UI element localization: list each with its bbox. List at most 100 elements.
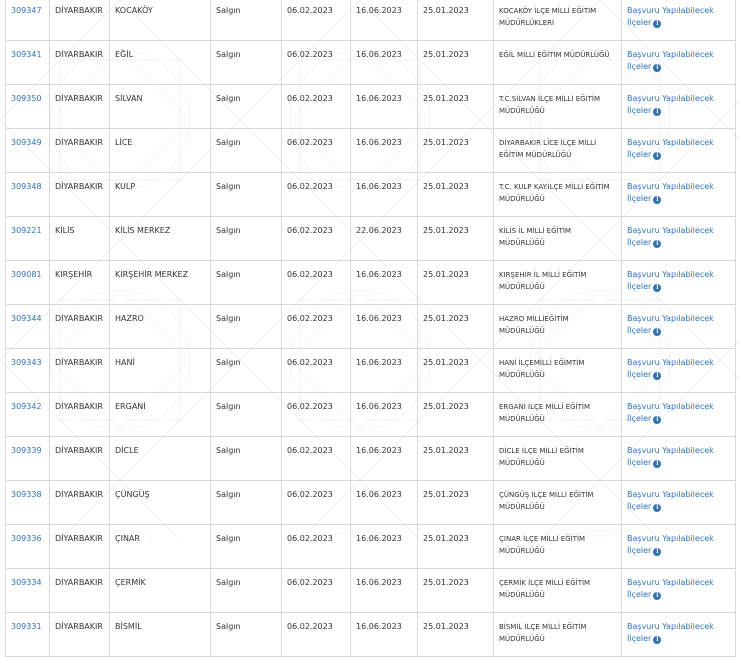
basvuru-ilceler-link[interactable]: Başvuru Yapılabilecek İlçeler i <box>627 269 730 293</box>
il-text: DİYARBAKIR <box>55 6 103 15</box>
il-cell: DİYARBAKIR <box>49 128 110 173</box>
start-date-cell: 06.02.2023 <box>281 84 351 129</box>
link-line2: İlçeler <box>627 18 652 27</box>
basvuru-ilceler-link[interactable]: Başvuru Yapılabilecek İlçeler i <box>627 357 730 381</box>
ilan-no-link[interactable]: 309338 <box>11 490 42 499</box>
basvuru-ilceler-link[interactable]: Başvuru Yapılabilecek İlçeler i <box>627 225 730 249</box>
link-line2: İlçeler <box>627 62 652 71</box>
end-date-text: 16.06.2023 <box>356 534 402 543</box>
ilce-text: ÇINAR <box>115 534 140 543</box>
tur-text: Salgın <box>216 138 241 147</box>
info-icon[interactable]: i <box>653 284 662 292</box>
info-icon[interactable]: i <box>653 372 662 380</box>
tur-text: Salgın <box>216 402 241 411</box>
info-icon[interactable]: i <box>653 240 662 248</box>
table-row: 309343 DİYARBAKIR HANİ Salgın 06.02.2023 16.0… <box>5 348 736 393</box>
basvuru-ilceler-link[interactable]: Başvuru Yapılabilecek İlçeler i <box>627 577 730 601</box>
info-icon[interactable]: i <box>653 196 662 204</box>
kurum-text: KİLİS İL MİLLİ EĞİTİM MÜDÜRLÜĞÜ <box>499 227 571 247</box>
ilan-no-link[interactable]: 309221 <box>11 226 42 235</box>
publish-date-cell: 25.01.2023 <box>417 392 494 437</box>
info-icon[interactable]: i <box>653 328 662 336</box>
ilan-no-link[interactable]: 309339 <box>11 446 42 455</box>
kurum-cell: ÇERMİK İLÇE MİLLİ EĞİTİM MÜDÜRLÜĞÜ <box>493 568 622 613</box>
kurum-text: KOCAKÖY İLÇE MİLLİ EĞİTİM MÜDÜRLÜKLERİ <box>499 7 597 27</box>
ilce-cell: ÇÜNGÜŞ <box>109 480 211 525</box>
il-text: DİYARBAKIR <box>55 490 103 499</box>
tur-text: Salgın <box>216 622 241 631</box>
publish-date-cell: 25.01.2023 <box>417 84 494 129</box>
publish-date-text: 25.01.2023 <box>423 138 469 147</box>
link-line1: Başvuru Yapılabilecek <box>627 182 714 191</box>
info-icon[interactable]: i <box>653 152 662 160</box>
ilan-no-link[interactable]: 309341 <box>11 50 42 59</box>
ilan-no-link[interactable]: 309344 <box>11 314 42 323</box>
ilan-no-link[interactable]: 309081 <box>11 270 42 279</box>
tur-cell: Salgın <box>210 216 282 261</box>
link-line2: İlçeler <box>627 414 652 423</box>
link-line2: İlçeler <box>627 502 652 511</box>
table-row: 309336 DİYARBAKIR ÇINAR Salgın 06.02.2023 16.… <box>5 524 736 569</box>
ilan-no-cell: 309338 <box>5 480 50 525</box>
start-date-text: 06.02.2023 <box>287 50 333 59</box>
link-line2: İlçeler <box>627 194 652 203</box>
il-text: DİYARBAKIR <box>55 138 103 147</box>
tur-text: Salgın <box>216 578 241 587</box>
basvuru-ilceler-link[interactable]: Başvuru Yapılabilecek İlçeler i <box>627 137 730 161</box>
basvuru-cell: Başvuru Yapılabilecek İlçeler i <box>621 216 736 261</box>
basvuru-cell: Başvuru Yapılabilecek İlçeler i <box>621 612 736 657</box>
info-icon[interactable]: i <box>653 20 662 28</box>
ilan-no-cell: 309342 <box>5 392 50 437</box>
ilan-no-link[interactable]: 309342 <box>11 402 42 411</box>
ilce-cell: KOCAKÖY <box>109 0 211 41</box>
end-date-text: 16.06.2023 <box>356 490 402 499</box>
basvuru-ilceler-link[interactable]: Başvuru Yapılabilecek İlçeler i <box>627 5 730 29</box>
basvuru-ilceler-link[interactable]: Başvuru Yapılabilecek İlçeler i <box>627 533 730 557</box>
ilan-no-link[interactable]: 309349 <box>11 138 42 147</box>
ilan-no-link[interactable]: 309350 <box>11 94 42 103</box>
ilan-no-cell: 309344 <box>5 304 50 349</box>
link-line1: Başvuru Yapılabilecek <box>627 6 714 15</box>
il-text: DİYARBAKIR <box>55 182 103 191</box>
publish-date-cell: 25.01.2023 <box>417 216 494 261</box>
info-icon[interactable]: i <box>653 636 662 644</box>
ilan-no-cell: 309334 <box>5 568 50 613</box>
info-icon[interactable]: i <box>653 592 662 600</box>
info-icon[interactable]: i <box>653 460 662 468</box>
info-icon[interactable]: i <box>653 504 662 512</box>
ilan-no-link[interactable]: 309334 <box>11 578 42 587</box>
start-date-cell: 06.02.2023 <box>281 40 351 85</box>
tur-text: Salgın <box>216 534 241 543</box>
basvuru-ilceler-link[interactable]: Başvuru Yapılabilecek İlçeler i <box>627 445 730 469</box>
basvuru-ilceler-link[interactable]: Başvuru Yapılabilecek İlçeler i <box>627 621 730 645</box>
info-icon[interactable]: i <box>653 108 662 116</box>
link-line1: Başvuru Yapılabilecek <box>627 446 714 455</box>
basvuru-ilceler-link[interactable]: Başvuru Yapılabilecek İlçeler i <box>627 489 730 513</box>
il-cell: DİYARBAKIR <box>49 392 110 437</box>
basvuru-ilceler-link[interactable]: Başvuru Yapılabilecek İlçeler i <box>627 313 730 337</box>
il-cell: DİYARBAKIR <box>49 84 110 129</box>
table-row: 309344 DİYARBAKIR HAZRO Salgın 06.02.2023 16.… <box>5 304 736 349</box>
ilan-no-link[interactable]: 309343 <box>11 358 42 367</box>
basvuru-ilceler-link[interactable]: Başvuru Yapılabilecek İlçeler i <box>627 93 730 117</box>
start-date-cell: 06.02.2023 <box>281 128 351 173</box>
basvuru-ilceler-link[interactable]: Başvuru Yapılabilecek İlçeler i <box>627 401 730 425</box>
info-icon[interactable]: i <box>653 416 662 424</box>
ilan-no-link[interactable]: 309331 <box>11 622 42 631</box>
ilan-no-link[interactable]: 309348 <box>11 182 42 191</box>
basvuru-ilceler-link[interactable]: Başvuru Yapılabilecek İlçeler i <box>627 49 730 73</box>
table-row: 309348 DİYARBAKIR KULP Salgın 06.02.2023 16.0… <box>5 172 736 217</box>
il-cell: DİYARBAKIR <box>49 612 110 657</box>
il-cell: DİYARBAKIR <box>49 524 110 569</box>
basvuru-ilceler-link[interactable]: Başvuru Yapılabilecek İlçeler i <box>627 181 730 205</box>
info-icon[interactable]: i <box>653 548 662 556</box>
ilce-cell: ERGANİ <box>109 392 211 437</box>
ilce-text: HANİ <box>115 358 135 367</box>
ilan-no-link[interactable]: 309347 <box>11 6 42 15</box>
ilan-no-link[interactable]: 309336 <box>11 534 42 543</box>
end-date-text: 16.06.2023 <box>356 138 402 147</box>
ilce-text: KULP <box>115 182 136 191</box>
publish-date-cell: 25.01.2023 <box>417 612 494 657</box>
kurum-cell: KIRŞEHİR İL MİLLİ EĞİTİM MÜDÜRLÜĞÜ <box>493 260 622 305</box>
info-icon[interactable]: i <box>653 64 662 72</box>
